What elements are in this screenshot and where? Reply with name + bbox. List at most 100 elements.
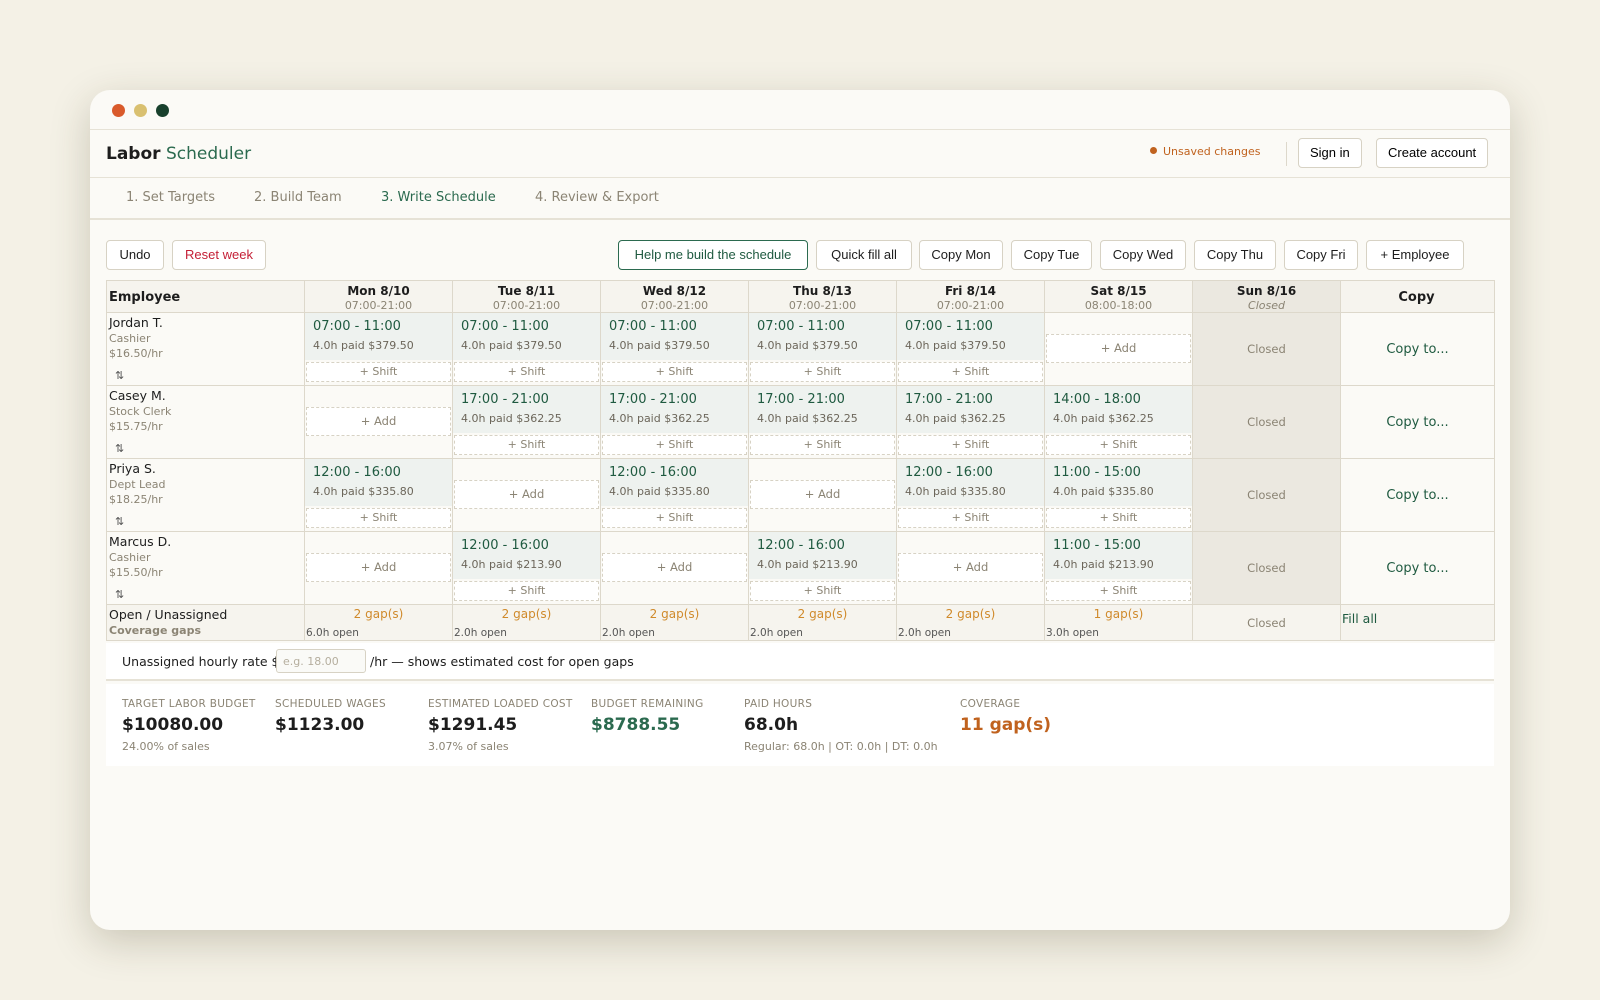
add-shift-button[interactable]: + Shift	[454, 435, 599, 455]
shift-block[interactable]: 07:00 - 11:00 4.0h paid $379.50	[453, 313, 600, 360]
add-shift-button[interactable]: + Shift	[602, 508, 747, 528]
shift-block[interactable]: 07:00 - 11:00 4.0h paid $379.50	[601, 313, 748, 360]
fill-all-button[interactable]: Fill all	[1340, 604, 1495, 641]
shift-block[interactable]: 12:00 - 16:00 4.0h paid $335.80	[601, 459, 748, 506]
shift-block[interactable]: 07:00 - 11:00 4.0h paid $379.50	[749, 313, 896, 360]
tab-review-export[interactable]: 4. Review & Export	[535, 190, 659, 205]
open-unassigned-row: Open / Unassigned Coverage gaps 2 gap(s) 6.…	[106, 604, 1495, 641]
shift-block[interactable]: 07:00 - 11:00 4.0h paid $379.50	[897, 313, 1044, 360]
reorder-handle-icon[interactable]: ⇅	[115, 442, 124, 455]
shift-cell: 12:00 - 16:00 4.0h paid $335.80 + Shift	[600, 458, 749, 532]
copy-to-button[interactable]: Copy to...	[1340, 385, 1495, 459]
close-window-button[interactable]	[112, 104, 125, 117]
add-shift-button[interactable]: + Shift	[750, 362, 895, 382]
add-shift-button[interactable]: + Shift	[1046, 508, 1191, 528]
shift-cell: 12:00 - 16:00 4.0h paid $335.80 + Shift	[896, 458, 1045, 532]
quick-fill-all-button[interactable]: Quick fill all	[816, 240, 912, 270]
coverage-gaps-label: Coverage gaps	[109, 624, 201, 637]
shift-cost: 4.0h paid $362.25	[905, 412, 1006, 425]
add-shift-button[interactable]: + Shift	[602, 362, 747, 382]
employee-cell: Priya S. Dept Lead $18.25/hr ⇅	[106, 458, 305, 532]
maximize-window-button[interactable]	[156, 104, 169, 117]
closed-cell: Closed	[1192, 312, 1341, 386]
copy-to-button[interactable]: Copy to...	[1340, 531, 1495, 605]
day-label: Thu 8/13	[793, 284, 852, 298]
add-employee-button[interactable]: + Employee	[1366, 240, 1464, 270]
add-shift-button[interactable]: + Shift	[306, 508, 451, 528]
shift-block[interactable]: 11:00 - 15:00 4.0h paid $213.90	[1045, 532, 1192, 579]
add-shift-button[interactable]: + Shift	[1046, 581, 1191, 601]
gap-count[interactable]: 2 gap(s)	[749, 607, 896, 621]
shift-cell: 17:00 - 21:00 4.0h paid $362.25 + Shift	[452, 385, 601, 459]
copy-wed-button[interactable]: Copy Wed	[1100, 240, 1186, 270]
day-label: Sun 8/16	[1236, 284, 1297, 298]
shift-block[interactable]: 17:00 - 21:00 4.0h paid $362.25	[749, 386, 896, 433]
create-account-button[interactable]: Create account	[1376, 138, 1489, 168]
employee-name: Priya S.	[109, 461, 156, 476]
add-shift-slot-button[interactable]: + Add	[1046, 334, 1191, 363]
minimize-window-button[interactable]	[134, 104, 147, 117]
add-shift-slot-button[interactable]: + Add	[454, 480, 599, 509]
shift-block[interactable]: 12:00 - 16:00 4.0h paid $213.90	[453, 532, 600, 579]
add-shift-button[interactable]: + Shift	[602, 435, 747, 455]
sign-in-button[interactable]: Sign in	[1298, 138, 1362, 168]
tab-write-schedule[interactable]: 3. Write Schedule	[381, 190, 496, 205]
add-shift-button[interactable]: + Shift	[454, 581, 599, 601]
shift-cell: 07:00 - 11:00 4.0h paid $379.50 + Shift	[748, 312, 897, 386]
copy-tue-button[interactable]: Copy Tue	[1011, 240, 1092, 270]
copy-fri-button[interactable]: Copy Fri	[1284, 240, 1358, 270]
add-shift-slot-button[interactable]: + Add	[898, 553, 1043, 582]
add-shift-button[interactable]: + Shift	[454, 362, 599, 382]
copy-thu-button[interactable]: Copy Thu	[1194, 240, 1276, 270]
shift-cost: 4.0h paid $362.25	[609, 412, 710, 425]
shift-block[interactable]: 11:00 - 15:00 4.0h paid $335.80	[1045, 459, 1192, 506]
shift-block[interactable]: 14:00 - 18:00 4.0h paid $362.25	[1045, 386, 1192, 433]
shift-block[interactable]: 17:00 - 21:00 4.0h paid $362.25	[601, 386, 748, 433]
gap-cell: 1 gap(s) 3.0h open	[1044, 604, 1193, 641]
unsaved-indicator: Unsaved changes	[1150, 145, 1260, 158]
gap-count[interactable]: 2 gap(s)	[453, 607, 600, 621]
add-shift-slot-button[interactable]: + Add	[750, 480, 895, 509]
add-shift-button[interactable]: + Shift	[898, 508, 1043, 528]
employee-row: Marcus D. Cashier $15.50/hr ⇅ + Add 12:00 - 1…	[106, 531, 1495, 605]
day-header-fri: Fri 8/14 07:00-21:00	[896, 280, 1045, 313]
shift-block[interactable]: 12:00 - 16:00 4.0h paid $213.90	[749, 532, 896, 579]
add-shift-slot-button[interactable]: + Add	[306, 553, 451, 582]
undo-button[interactable]: Undo	[106, 240, 164, 270]
help-build-schedule-button[interactable]: Help me build the schedule	[618, 240, 808, 270]
unsaved-dot-icon	[1150, 147, 1157, 154]
reorder-handle-icon[interactable]: ⇅	[115, 588, 124, 601]
tab-set-targets[interactable]: 1. Set Targets	[126, 190, 215, 205]
reorder-handle-icon[interactable]: ⇅	[115, 515, 124, 528]
title-bar	[90, 90, 1510, 130]
copy-mon-button[interactable]: Copy Mon	[919, 240, 1003, 270]
reorder-handle-icon[interactable]: ⇅	[115, 369, 124, 382]
add-shift-button[interactable]: + Shift	[898, 435, 1043, 455]
gap-count[interactable]: 2 gap(s)	[601, 607, 748, 621]
unassigned-rate-input[interactable]	[276, 649, 366, 673]
add-shift-button[interactable]: + Shift	[898, 362, 1043, 382]
brand-bold: Labor	[106, 144, 161, 164]
gap-count[interactable]: 1 gap(s)	[1045, 607, 1192, 621]
tab-build-team[interactable]: 2. Build Team	[254, 190, 342, 205]
shift-block[interactable]: 17:00 - 21:00 4.0h paid $362.25	[453, 386, 600, 433]
gap-count[interactable]: 2 gap(s)	[897, 607, 1044, 621]
copy-to-button[interactable]: Copy to...	[1340, 458, 1495, 532]
add-shift-button[interactable]: + Shift	[750, 435, 895, 455]
shift-block[interactable]: 17:00 - 21:00 4.0h paid $362.25	[897, 386, 1044, 433]
add-shift-slot-button[interactable]: + Add	[306, 407, 451, 436]
reset-week-button[interactable]: Reset week	[172, 240, 266, 270]
add-shift-slot-button[interactable]: + Add	[602, 553, 747, 582]
add-shift-button[interactable]: + Shift	[1046, 435, 1191, 455]
add-shift-button[interactable]: + Shift	[306, 362, 451, 382]
employee-row: Priya S. Dept Lead $18.25/hr ⇅ 12:00 - 16:00…	[106, 458, 1495, 532]
add-shift-button[interactable]: + Shift	[750, 581, 895, 601]
stat-budget-remaining: BUDGET REMAINING $8788.55	[591, 698, 704, 735]
shift-block[interactable]: 07:00 - 11:00 4.0h paid $379.50	[305, 313, 452, 360]
gap-count[interactable]: 2 gap(s)	[305, 607, 452, 621]
open-unassigned-cell: Open / Unassigned Coverage gaps	[106, 604, 305, 641]
shift-block[interactable]: 12:00 - 16:00 4.0h paid $335.80	[897, 459, 1044, 506]
copy-to-button[interactable]: Copy to...	[1340, 312, 1495, 386]
day-hours: 07:00-21:00	[936, 299, 1005, 312]
shift-block[interactable]: 12:00 - 16:00 4.0h paid $335.80	[305, 459, 452, 506]
